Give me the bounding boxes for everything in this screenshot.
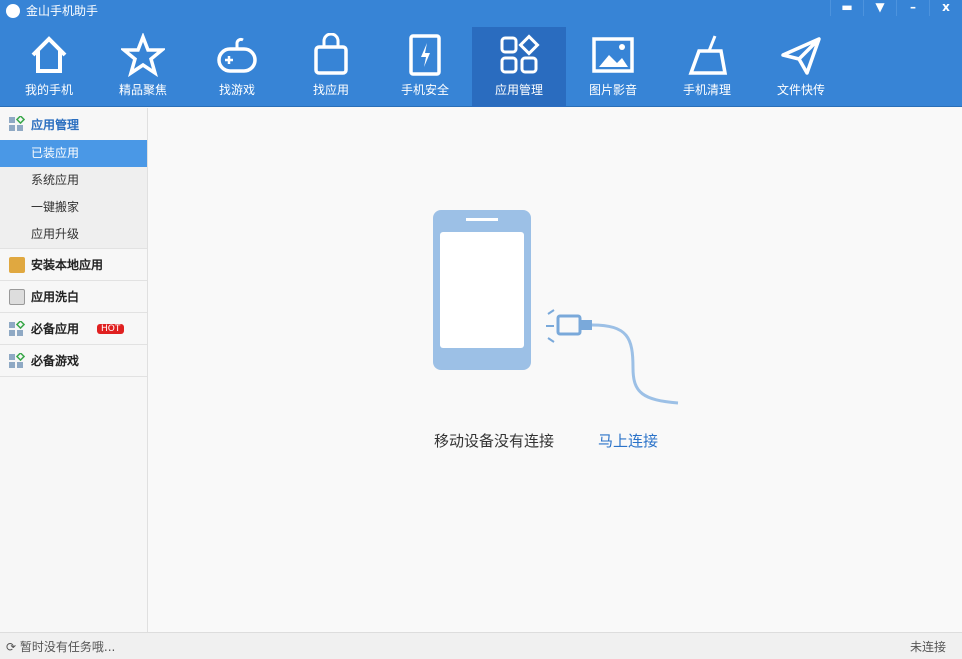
nav-tab-0[interactable]: 我的手机	[2, 27, 96, 107]
apps-grid-icon	[9, 319, 26, 337]
nav-tab-label: 找游戏	[218, 83, 255, 97]
sidebar-group-install-local[interactable]: 安装本地应用	[0, 249, 147, 281]
sidebar-group-whitewash[interactable]: 应用洗白	[0, 281, 147, 313]
sidebar-item-installed[interactable]: 已装应用	[0, 140, 147, 167]
task-status: ⟳ 暂时没有任务哦...	[6, 639, 116, 654]
gamepad-icon	[217, 37, 257, 73]
sidebar-group-label: 必备游戏	[31, 354, 80, 368]
nav-tab-7[interactable]: 手机清理	[660, 27, 754, 107]
nav-tab-6[interactable]: 图片影音	[566, 27, 660, 107]
nav-tab-label: 我的手机	[24, 83, 73, 97]
sidebar-group-label: 应用洗白	[31, 290, 80, 304]
star-icon	[121, 33, 165, 77]
phone-disconnected-illustration	[433, 210, 679, 405]
connect-now-link[interactable]: 马上连接	[598, 430, 658, 451]
bag-icon	[314, 33, 348, 75]
close-button[interactable]: x	[929, 0, 962, 16]
app-title: 金山手机助手	[6, 2, 98, 19]
task-status-text: 暂时没有任务哦...	[19, 639, 116, 654]
nav-tab-label: 找应用	[312, 83, 349, 97]
sidebar-group-essential-apps[interactable]: 必备应用 HOT	[0, 313, 147, 345]
apps-grid-icon	[9, 351, 26, 369]
hot-badge: HOT	[97, 323, 125, 334]
status-bar: ⟳ 暂时没有任务哦... 未连接	[0, 632, 962, 659]
nav-tab-3[interactable]: 找应用	[284, 27, 378, 107]
sidebar: 应用管理 已装应用 系统应用 一键搬家 应用升级 安装本地应用 应用洗白 必备应…	[0, 108, 148, 632]
package-icon	[9, 256, 25, 273]
sidebar-group-essential-games[interactable]: 必备游戏	[0, 345, 147, 377]
nav-tab-label: 精品聚焦	[118, 83, 167, 97]
picture-icon	[592, 37, 634, 73]
sidebar-item-upgrade[interactable]: 应用升级	[0, 221, 147, 248]
sidebar-item-system[interactable]: 系统应用	[0, 167, 147, 194]
shield-phone-icon	[409, 34, 441, 76]
no-device-message: 移动设备没有连接	[434, 432, 555, 450]
app-logo-icon	[6, 3, 20, 18]
nav-tab-5[interactable]: 应用管理	[472, 27, 566, 107]
broom-icon	[688, 35, 728, 75]
sidebar-group-app-manage[interactable]: 应用管理	[0, 108, 147, 140]
main-nav: 我的手机 精品聚焦 找游戏 找应用 手机安全 应用管理 图片影音 手机清理 文件快传	[2, 27, 848, 107]
connection-status: 未连接	[909, 639, 946, 654]
nav-tab-label: 手机清理	[682, 83, 731, 97]
sidebar-item-move[interactable]: 一键搬家	[0, 194, 147, 221]
nav-tab-label: 手机安全	[400, 83, 449, 97]
nav-tab-4[interactable]: 手机安全	[378, 27, 472, 107]
nav-tab-label: 文件快传	[776, 83, 825, 97]
menu-dropdown-icon[interactable]: ▼	[863, 0, 896, 16]
home-icon	[31, 36, 67, 73]
main-content: 移动设备没有连接 马上连接	[148, 108, 962, 632]
app-title-text: 金山手机助手	[26, 4, 99, 18]
shield-scan-icon	[9, 288, 25, 305]
apps-grid-icon	[500, 34, 540, 74]
window-controls: ▬ ▼ – x	[830, 0, 962, 16]
paper-plane-icon	[781, 37, 821, 75]
message-icon[interactable]: ▬	[830, 0, 863, 16]
nav-tab-1[interactable]: 精品聚焦	[96, 27, 190, 107]
header: 金山手机助手 ▬ ▼ – x 我的手机 精品聚焦 找游戏 找应用 手机安全 应用管理 图片影…	[0, 0, 962, 107]
sidebar-group-label: 必备应用	[31, 322, 80, 336]
apps-grid-icon	[9, 114, 26, 132]
nav-tab-8[interactable]: 文件快传	[754, 27, 848, 107]
nav-tab-label: 图片影音	[588, 83, 637, 97]
minimize-button[interactable]: –	[896, 0, 929, 16]
nav-tab-2[interactable]: 找游戏	[190, 27, 284, 107]
nav-tab-label: 应用管理	[494, 83, 543, 97]
sidebar-group-label: 应用管理	[31, 117, 80, 132]
sidebar-group-label: 安装本地应用	[31, 258, 104, 272]
